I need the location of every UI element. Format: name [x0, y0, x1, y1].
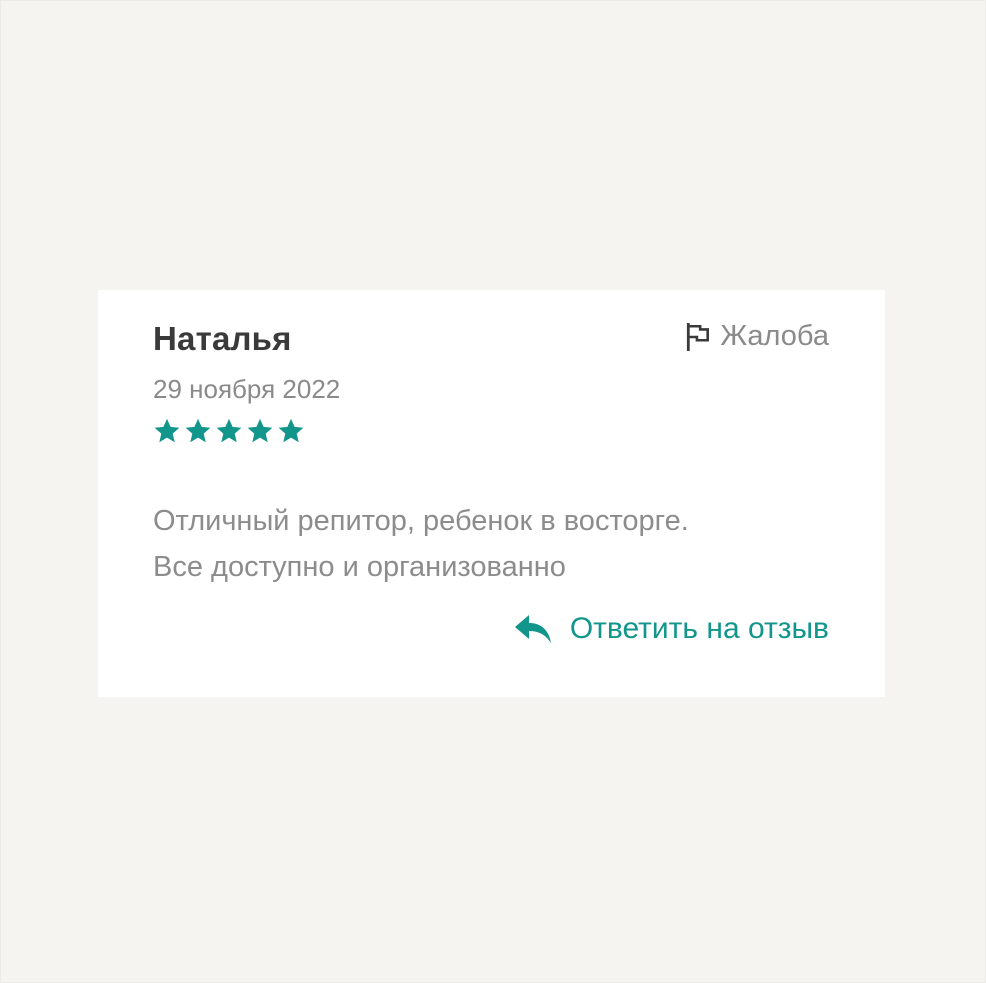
- star-icon: [185, 418, 211, 443]
- review-card: Наталья 29 ноября 2022 Жалоба Отличный р…: [98, 290, 885, 697]
- star-icon: [216, 418, 242, 443]
- star-icon: [247, 418, 273, 443]
- star-icon: [278, 418, 304, 443]
- reply-label: Ответить на отзыв: [569, 612, 829, 645]
- rating-stars: [153, 417, 305, 447]
- review-author: Наталья: [153, 320, 292, 357]
- star-icon: [154, 418, 180, 443]
- complaint-label: Жалоба: [720, 320, 829, 352]
- reply-button[interactable]: Ответить на отзыв: [514, 612, 829, 646]
- reply-arrow-icon: [514, 615, 551, 643]
- complaint-button[interactable]: Жалоба: [685, 320, 829, 353]
- review-text: Отличный репитор, ребенок в восторге. Вс…: [153, 498, 833, 590]
- review-text-line: Отличный репитор, ребенок в восторге.: [153, 505, 689, 537]
- review-text-line: Все доступно и организованно: [153, 551, 566, 583]
- flag-icon: [687, 322, 710, 351]
- review-date: 29 ноября 2022: [153, 374, 341, 404]
